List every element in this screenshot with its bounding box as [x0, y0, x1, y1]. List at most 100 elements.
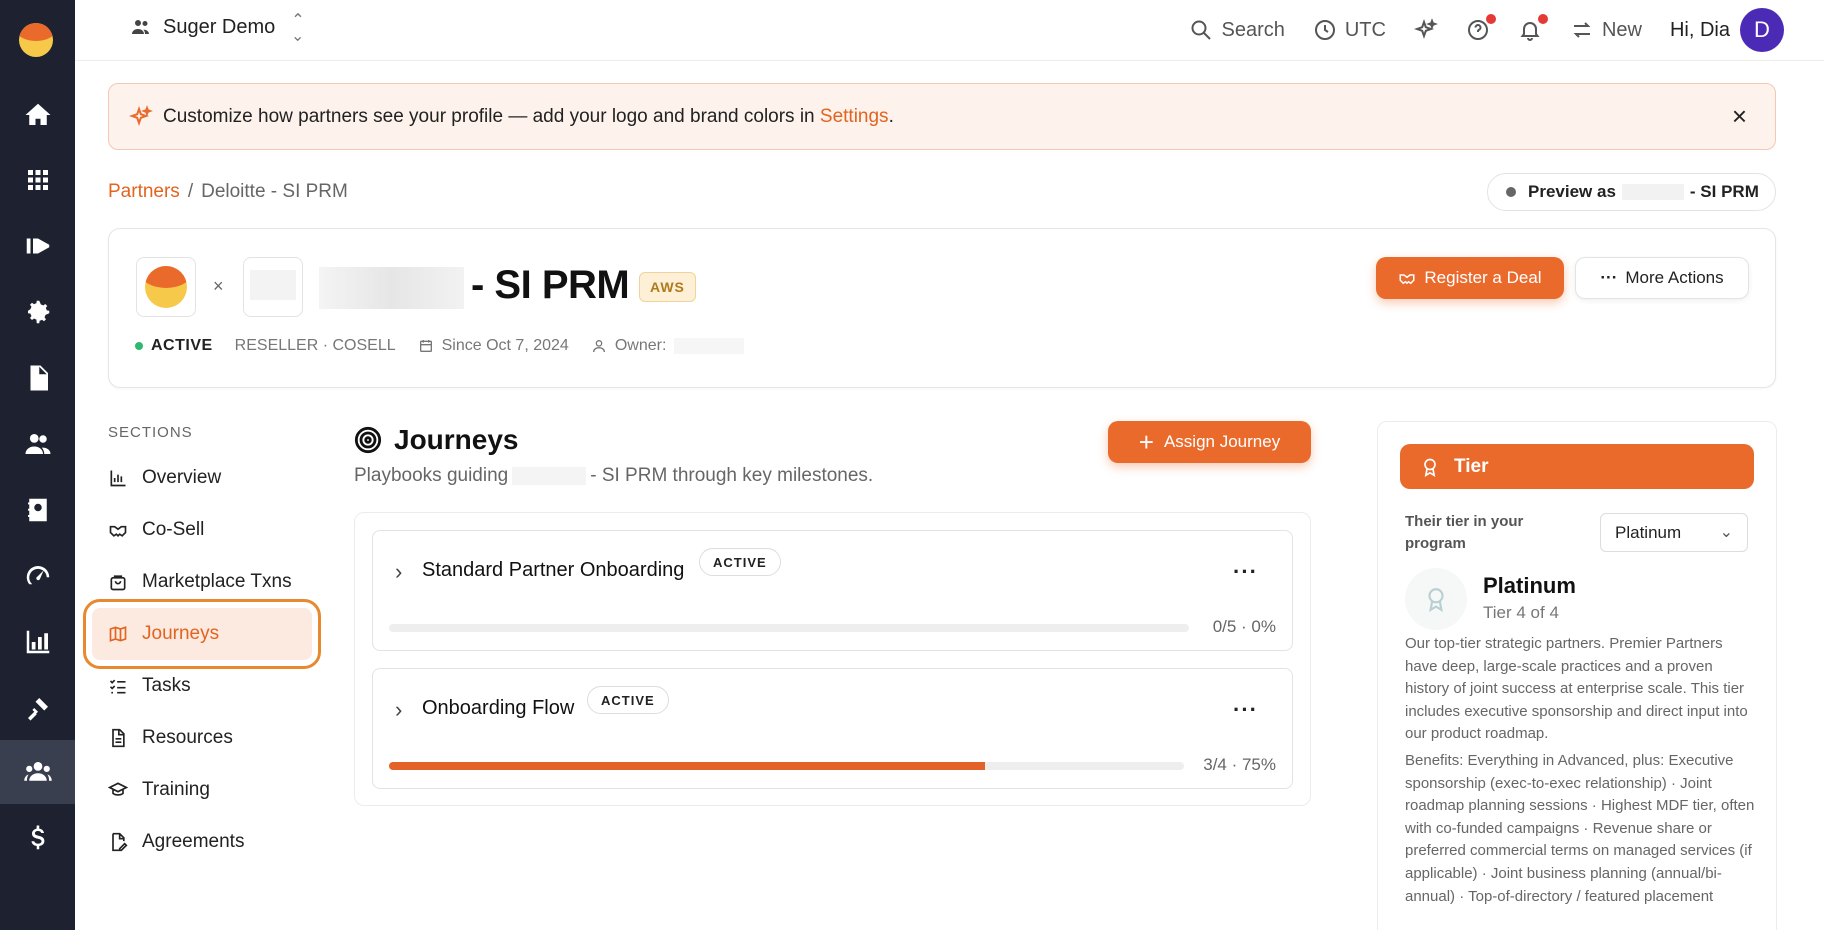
timezone-button[interactable]: UTC	[1313, 18, 1386, 42]
since-text: Since Oct 7, 2024	[441, 337, 569, 354]
sparkles-icon	[129, 104, 153, 126]
greeting-text: Hi, Dia	[1669, 18, 1730, 41]
nav-item-journeys[interactable]: Journeys	[83, 599, 321, 669]
more-actions-button[interactable]: ··· More Actions	[1575, 257, 1749, 299]
apps-grid-icon[interactable]	[0, 148, 75, 212]
breadcrumb-separator: /	[187, 181, 194, 202]
suger-logo[interactable]	[19, 23, 53, 57]
integrations-icon[interactable]	[0, 676, 75, 740]
plus-icon: +	[1138, 427, 1154, 457]
timezone-label: UTC	[1344, 18, 1386, 41]
nav-item-label: Agreements	[142, 831, 245, 852]
nav-item-agreements[interactable]: Agreements	[92, 816, 312, 868]
redacted-owner	[674, 338, 745, 354]
ai-assistant-button[interactable]	[1413, 18, 1438, 42]
signature-icon	[112, 832, 128, 852]
document-icon[interactable]	[0, 346, 75, 410]
dollar-icon[interactable]	[0, 806, 75, 870]
swap-icon	[1573, 22, 1591, 38]
chevron-down-icon: ⌄	[1719, 524, 1733, 541]
since-date: Since Oct 7, 2024	[418, 337, 569, 355]
tier-header-label: Tier	[1454, 455, 1489, 477]
suger-logo	[136, 257, 196, 317]
subtitle-start: Playbooks guiding	[354, 465, 509, 486]
breadcrumb-partners-link[interactable]: Partners	[108, 181, 180, 203]
owner: Owner:	[591, 337, 745, 355]
top-bar: Suger Demo ⌃ ⌃ Search UTC New Hi, Dia D	[75, 0, 1824, 61]
new-button[interactable]: New	[1570, 18, 1642, 42]
register-deal-button[interactable]: Register a Deal	[1376, 257, 1564, 299]
workspace-name: Suger Demo	[163, 15, 276, 38]
tier-header[interactable]: Tier	[1400, 444, 1754, 489]
nav-item-co-sell[interactable]: Co-Sell	[92, 504, 312, 556]
notifications-button[interactable]	[1518, 14, 1548, 42]
tier-panel: Tier Their tier in your program Platinum…	[1377, 421, 1777, 930]
home-icon[interactable]	[0, 83, 75, 147]
banner-text: Customize how partners see your profile …	[163, 105, 820, 127]
settings-link[interactable]: Settings	[820, 106, 889, 128]
nav-item-overview[interactable]: Overview	[92, 452, 312, 504]
more-dots-icon: ···	[1600, 268, 1618, 287]
preview-dot-icon	[1506, 187, 1516, 197]
journey-card[interactable]: › Onboarding Flow ACTIVE ··· 3/4 · 75%	[372, 668, 1293, 789]
journey-more-icon[interactable]: ···	[1233, 559, 1258, 585]
nav-item-training[interactable]: Training	[92, 764, 312, 816]
new-label: New	[1601, 18, 1642, 41]
assign-journey-button[interactable]: + Assign Journey	[1108, 421, 1311, 463]
search-button[interactable]: Search	[1189, 18, 1285, 42]
nav-item-label: Overview	[142, 467, 222, 488]
partner-type: RESELLER · COSELL	[234, 337, 396, 354]
gear-icon[interactable]	[0, 280, 75, 344]
help-notification-dot	[1485, 14, 1496, 24]
journeys-list: › Standard Partner Onboarding ACTIVE ···…	[354, 512, 1311, 806]
nav-item-label: Co-Sell	[142, 519, 205, 540]
analytics-icon[interactable]	[0, 610, 75, 674]
partner-header-card: × - SI PRM AWS ACTIVE RESELLER · COSELL …	[108, 228, 1776, 388]
avatar: D	[1740, 8, 1784, 52]
status-dot-icon	[135, 342, 143, 350]
listings-icon[interactable]	[0, 214, 75, 278]
status-badge: ACTIVE	[135, 337, 213, 355]
more-actions-label: More Actions	[1625, 268, 1724, 287]
breadcrumb: Partners / Deloitte - SI PRM	[108, 181, 348, 203]
sections-heading: SECTIONS	[108, 424, 193, 441]
nav-item-label: Tasks	[142, 675, 191, 696]
nav-item-label: Journeys	[142, 623, 220, 644]
breadcrumb-current: Deloitte - SI PRM	[201, 181, 348, 202]
nav-item-marketplace-txns[interactable]: Marketplace Txns	[92, 556, 312, 608]
redacted-partner-name	[512, 467, 587, 485]
partners-icon[interactable]	[0, 740, 75, 804]
register-deal-label: Register a Deal	[1424, 268, 1542, 287]
journey-more-icon[interactable]: ···	[1233, 697, 1258, 723]
clock-icon	[1314, 20, 1335, 40]
nav-item-tasks[interactable]: Tasks	[92, 660, 312, 712]
tier-select[interactable]: Platinum ⌄	[1600, 513, 1748, 552]
preview-as-button[interactable]: Preview as - SI PRM	[1487, 173, 1776, 211]
contacts-icon[interactable]	[0, 478, 75, 542]
speedometer-icon[interactable]	[0, 544, 75, 608]
partner-title: - SI PRM	[471, 263, 630, 307]
bar-chart-icon	[110, 470, 126, 487]
help-button[interactable]	[1466, 14, 1496, 42]
nav-item-resources[interactable]: Resources	[92, 712, 312, 764]
subtitle-end: - SI PRM through key milestones.	[590, 465, 874, 486]
owner-label: Owner:	[614, 337, 667, 354]
user-menu[interactable]: Hi, Dia D	[1670, 8, 1784, 52]
journey-card[interactable]: › Standard Partner Onboarding ACTIVE ···…	[372, 530, 1293, 651]
tier-rank: Tier 4 of 4	[1483, 603, 1559, 622]
partner-logo	[243, 257, 303, 317]
tier-description: Our top-tier strategic partners. Premier…	[1405, 635, 1748, 743]
journeys-title: Journeys	[394, 424, 519, 455]
nav-item-label: Training	[142, 779, 210, 800]
notification-dot	[1537, 14, 1548, 24]
close-icon[interactable]: ×	[1732, 103, 1747, 129]
chevron-right-icon[interactable]: ›	[395, 697, 402, 723]
users-icon[interactable]	[0, 412, 75, 476]
user-icon	[592, 340, 605, 353]
chevron-right-icon[interactable]: ›	[395, 559, 402, 585]
progress-bar	[389, 624, 1189, 632]
nav-item-label: Marketplace Txns	[142, 571, 292, 592]
map-icon	[109, 626, 127, 642]
progress-bar	[389, 762, 1184, 770]
workspace-switcher[interactable]: Suger Demo ⌃ ⌃	[129, 13, 305, 42]
